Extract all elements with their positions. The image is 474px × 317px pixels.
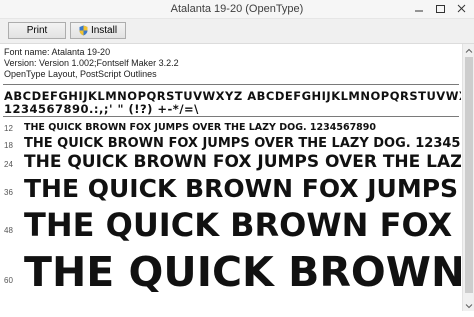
sample-text: THE QUICK BROWN FOX JUMPS OVER THE LAZY …	[24, 136, 461, 151]
sample-text: THE QUICK BROWN FOX JUMPS OVER THE LAZY …	[24, 174, 461, 203]
arrow-down-icon	[465, 304, 473, 309]
font-version-line: Version: Version 1.002;Fontself Maker 3.…	[4, 58, 179, 68]
arrow-up-icon	[465, 48, 473, 53]
font-name-line: Font name: Atalanta 19-20	[4, 47, 111, 57]
maximize-button[interactable]	[431, 1, 450, 17]
maximize-icon	[436, 5, 445, 13]
install-button-label: Install	[90, 25, 118, 36]
scroll-up-button[interactable]	[463, 44, 474, 56]
shield-icon	[79, 25, 88, 36]
vertical-scrollbar[interactable]	[462, 44, 474, 311]
font-layout-line: OpenType Layout, PostScript Outlines	[4, 69, 157, 79]
scrollbar-thumb[interactable]	[465, 57, 473, 293]
sample-size-label: 60	[4, 276, 13, 285]
toolbar: Print Install	[0, 19, 474, 44]
divider	[3, 116, 459, 117]
minimize-button[interactable]	[410, 1, 429, 17]
minimize-icon	[415, 10, 423, 12]
divider	[3, 84, 459, 85]
sample-size-label: 24	[4, 160, 13, 169]
install-button[interactable]: Install	[70, 22, 126, 39]
sample-size-label: 48	[4, 226, 13, 235]
sample-size-label: 36	[4, 188, 13, 197]
window-title: Atalanta 19-20 (OpenType)	[170, 3, 304, 15]
print-button[interactable]: Print	[8, 22, 66, 39]
sample-size-label: 12	[4, 124, 13, 133]
font-preview-area: Font name: Atalanta 19-20 Version: Versi…	[0, 44, 461, 311]
sample-size-label: 18	[4, 141, 13, 150]
close-button[interactable]	[452, 1, 471, 17]
sample-text: THE QUICK BROWN FOX JUMPS OVER THE LAZY …	[24, 248, 461, 296]
sample-text: THE QUICK BROWN FOX JUMPS OVER THE LAZY …	[24, 122, 377, 133]
title-bar: Atalanta 19-20 (OpenType)	[0, 0, 474, 19]
print-button-label: Print	[26, 25, 48, 36]
character-set-symbols: 1234567890.:,;' " (!?) +-*/=\	[4, 102, 199, 116]
scroll-down-button[interactable]	[463, 299, 474, 311]
sample-text: THE QUICK BROWN FOX JUMPS OVER THE LAZY …	[24, 206, 461, 244]
character-set-letters: ABCDEFGHIJKLMNOPQRSTUVWXYZ ABCDEFGHIJKLM…	[4, 89, 461, 103]
sample-text: THE QUICK BROWN FOX JUMPS OVER THE LAZY …	[24, 152, 461, 172]
close-icon	[457, 4, 466, 13]
